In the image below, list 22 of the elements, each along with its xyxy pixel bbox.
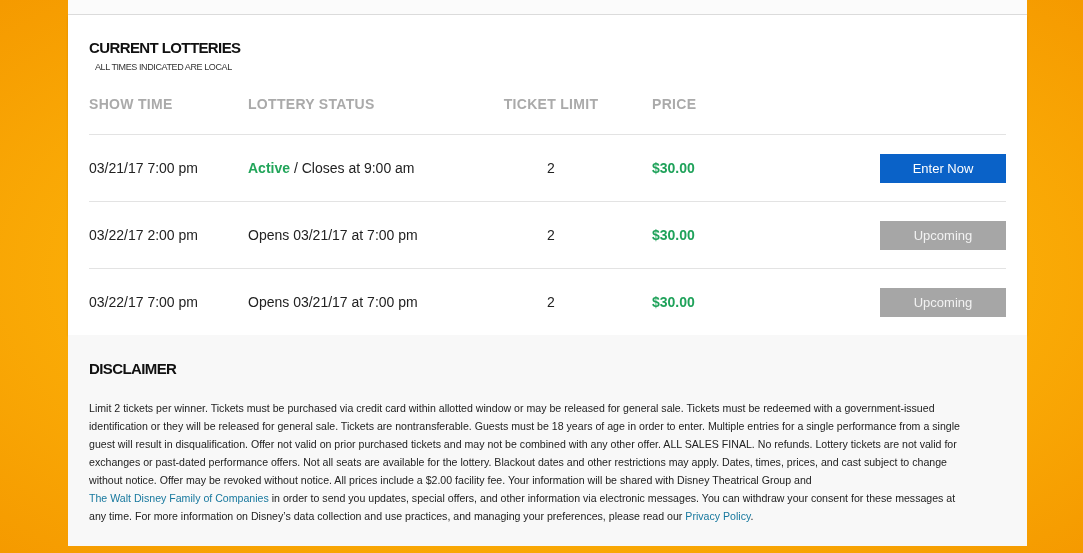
disclaimer-text: Limit 2 tickets per winner. Tickets must be purchased via credit card within allotted window or may be released for general sale. Tickets must be redeemed with a government-issued identification or they will be released for general sale. Tickets are nontransferable. Guests must be 18 years of age in order to enter. Multiple entries for a single performance from a single guest will result in disqualification. Offer not valid on prior purchased tickets and may not be combined with any other offer. ALL SALES FINAL. No refunds. Lottery tickets are not valid for exchanges or past-dated performance offers. Not all seats are available for the lottery. Blackout dates and other restrictions may apply. Dates, times, prices, and cast subject to change without notice. Offer may be revoked without notice. All prices include a $2.00 facility fee. Your information will be shared with Disney Theatrical Group and The Walt Disney Family of Companies in order to send you updates, special offers, and other information via electronic messages. You can withdraw your consent for these messages at any time. For more information on Disney’s data collection and use practices, and managing your preferences, please read our Privacy Policy.	[89, 401, 961, 524]
price: $30.00	[652, 294, 695, 310]
column-header: PRICE	[652, 96, 697, 112]
column-header: SHOW TIME	[89, 96, 173, 112]
ticket-limit: 2	[547, 294, 555, 310]
section-title: DISCLAIMER	[89, 360, 178, 377]
show-time: 03/21/17 7:00 pm	[89, 160, 198, 176]
ticket-limit: 2	[547, 160, 555, 176]
lottery-status: Opens 03/21/17 at 7:00 pm	[248, 227, 418, 243]
column-header: TICKET LIMIT	[503, 96, 599, 112]
text-link[interactable]: The Walt Disney Family of Companies	[89, 492, 269, 504]
price: $30.00	[652, 227, 695, 243]
column-header: LOTTERY STATUS	[248, 96, 375, 112]
note-text: ALL TIMES INDICATED ARE LOCAL	[95, 62, 233, 72]
section-title: CURRENT LOTTERIES	[89, 39, 242, 56]
lottery-status: Active / Closes at 9:00 am	[248, 160, 415, 176]
show-time: 03/22/17 2:00 pm	[89, 227, 198, 243]
show-time: 03/22/17 7:00 pm	[89, 294, 198, 310]
ticket-limit: 2	[547, 227, 555, 243]
lottery-status: Opens 03/21/17 at 7:00 pm	[248, 294, 418, 310]
price: $30.00	[652, 160, 695, 176]
enter-button[interactable]: Enter Now	[880, 153, 1006, 183]
